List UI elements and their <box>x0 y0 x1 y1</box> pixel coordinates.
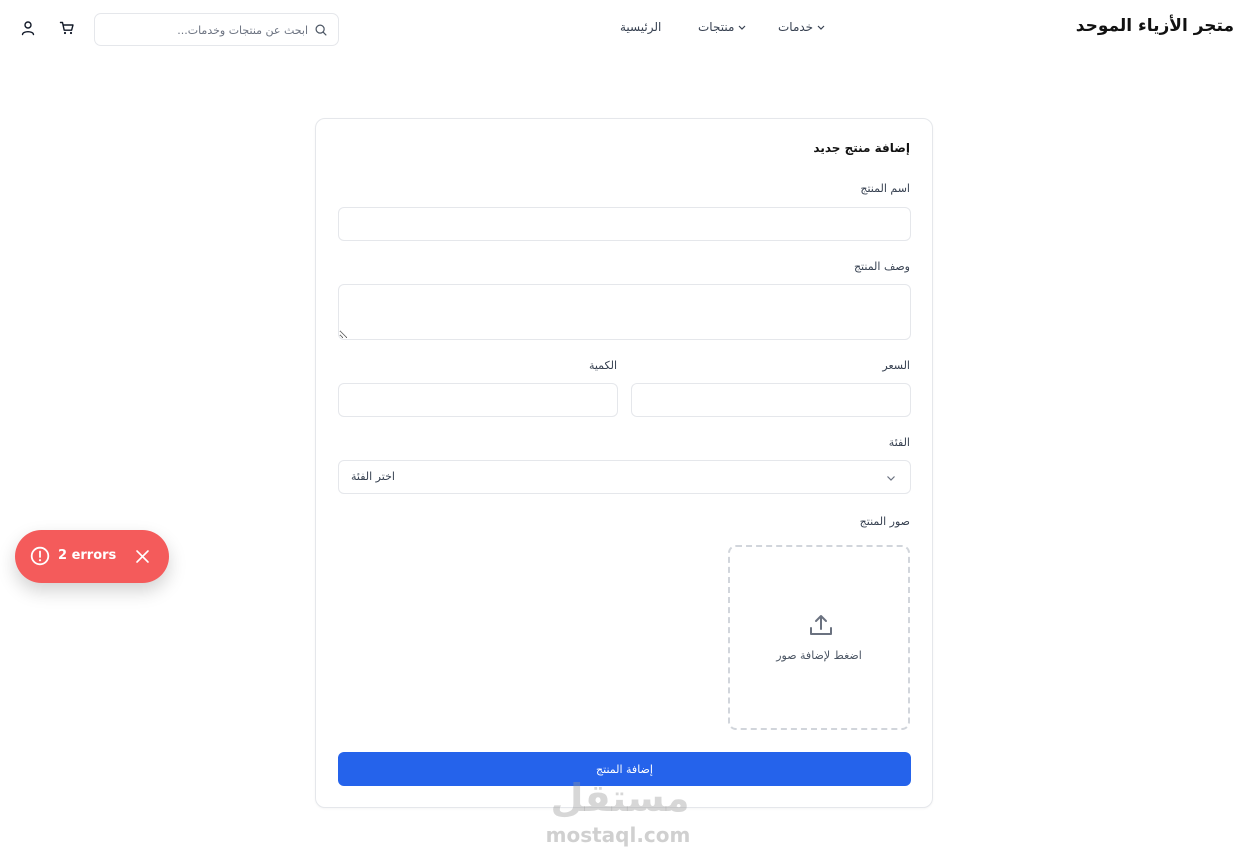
product-images-label: صور المنتج <box>859 515 910 528</box>
nav-services-label: خدمات <box>778 20 814 34</box>
product-description-label: وصف المنتج <box>853 260 910 273</box>
nav-home-label: الرئيسية <box>620 20 662 34</box>
product-name-input[interactable] <box>338 207 911 241</box>
upload-icon <box>810 615 832 635</box>
watermark-latin: mostaql.com <box>545 823 691 847</box>
chevron-down-icon <box>738 25 746 30</box>
quantity-label: الكمية <box>588 359 617 372</box>
nav-home[interactable]: الرئيسية <box>620 20 661 34</box>
add-product-card: إضافة منتج جديد اسم المنتج وصف المنتج ال… <box>315 118 933 808</box>
site-header: متجر الأزياء الموحد الرئيسية منتجات خدما… <box>0 0 1234 60</box>
search-input[interactable] <box>103 20 308 40</box>
price-label: السعر <box>882 359 910 372</box>
product-description-textarea[interactable] <box>338 284 911 340</box>
user-icon[interactable] <box>20 20 36 36</box>
category-label: الفئة <box>888 436 910 449</box>
search-icon[interactable] <box>314 23 328 37</box>
close-icon[interactable] <box>135 549 150 564</box>
error-count: 2 errors <box>58 548 117 563</box>
upload-hint: اضغط لإضافة صور <box>776 649 862 662</box>
form-title: إضافة منتج جديد <box>813 141 910 155</box>
product-name-label: اسم المنتج <box>860 182 910 195</box>
category-select[interactable]: اختر الفئة <box>338 460 911 494</box>
category-select-value: اختر الفئة <box>351 470 395 483</box>
brand-logo[interactable]: متجر الأزياء الموحد <box>1076 16 1234 36</box>
nav-products[interactable]: منتجات <box>698 20 747 34</box>
main-nav: الرئيسية منتجات خدمات <box>620 20 830 40</box>
price-input[interactable] <box>631 383 911 417</box>
watermark-arabic: مستقل <box>550 776 690 820</box>
error-toast[interactable]: 2 errors <box>15 530 169 583</box>
image-upload-dropzone[interactable]: اضغط لإضافة صور <box>728 545 910 730</box>
chevron-down-icon <box>817 25 825 30</box>
alert-circle-icon <box>30 546 50 566</box>
quantity-input[interactable] <box>338 383 618 417</box>
nav-services[interactable]: خدمات <box>778 20 826 34</box>
chevron-down-icon <box>887 476 895 481</box>
cart-icon[interactable] <box>59 20 75 36</box>
search-box <box>94 13 339 46</box>
nav-products-label: منتجات <box>698 20 735 34</box>
